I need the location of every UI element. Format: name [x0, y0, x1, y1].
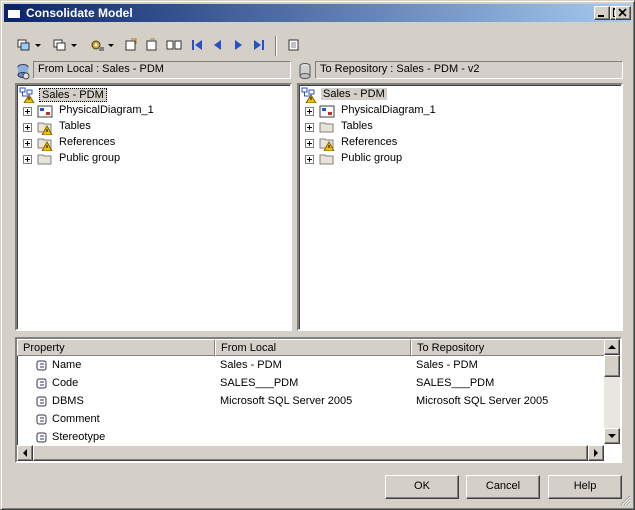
compare-icon[interactable]	[165, 37, 183, 53]
folder-icon	[37, 151, 53, 167]
expand-icon[interactable]	[23, 123, 32, 132]
tree-node-label: Public group	[341, 152, 403, 164]
from-local-cell: SALES___PDM	[220, 377, 299, 389]
resize-grip-icon[interactable]	[619, 494, 631, 506]
folder-warning-icon	[37, 119, 53, 136]
column-header-from-local[interactable]: From Local	[215, 339, 411, 356]
tree-node-label: PhysicalDiagram_1	[341, 104, 436, 116]
close-button[interactable]	[615, 6, 631, 20]
column-header-to-repository[interactable]: To Repository	[411, 339, 606, 356]
from-local-cell: Microsoft SQL Server 2005	[220, 395, 353, 407]
next-difference-icon[interactable]	[229, 37, 247, 53]
select-dropdown-icon[interactable]	[34, 37, 42, 53]
left-panel-title: From Local : Sales - PDM	[33, 61, 291, 79]
horizontal-scroll-thumb[interactable]	[33, 445, 588, 461]
expand-icon[interactable]	[23, 139, 32, 148]
last-difference-icon[interactable]	[249, 37, 267, 53]
folder-icon	[319, 151, 335, 167]
find-next-icon[interactable]	[144, 37, 162, 53]
select-all-icon[interactable]	[16, 37, 34, 53]
folder-warning-icon	[37, 135, 53, 152]
first-difference-icon[interactable]	[189, 37, 207, 53]
vertical-scrollbar[interactable]	[604, 339, 620, 444]
tree-node-label: Public group	[59, 152, 121, 164]
tree-node-label: Tables	[341, 120, 373, 132]
title-bar[interactable]: Consolidate Model	[4, 4, 631, 22]
cancel-button[interactable]: Cancel	[466, 475, 540, 499]
options-dropdown-icon[interactable]	[107, 37, 115, 53]
model-warning-icon	[19, 87, 35, 104]
local-model-tree[interactable]: Sales - PDM PhysicalDiagram_1 Tables Ref…	[15, 83, 292, 331]
property-name-cell: Comment	[52, 413, 100, 425]
right-panel-title: To Repository : Sales - PDM - v2	[315, 61, 623, 79]
tree-node-label: References	[59, 136, 116, 148]
model-warning-icon	[301, 87, 317, 104]
to-repository-cell: SALES___PDM	[416, 377, 495, 389]
diagram-icon	[319, 103, 335, 119]
toolbar	[1, 25, 635, 59]
tree-node-label: References	[341, 136, 398, 148]
find-icon[interactable]	[123, 37, 141, 53]
folder-warning-icon	[319, 135, 335, 152]
column-header-property[interactable]: Property	[17, 339, 215, 356]
table-row[interactable]: Code SALES___PDM SALES___PDM	[17, 375, 606, 393]
help-button[interactable]: Help	[548, 475, 622, 499]
scroll-down-icon[interactable]	[604, 428, 620, 444]
table-row[interactable]: Name Sales - PDM Sales - PDM	[17, 357, 606, 375]
property-name-cell: Name	[52, 359, 82, 371]
expand-icon[interactable]	[305, 107, 314, 116]
window-icon	[7, 6, 21, 19]
from-local-cell: Sales - PDM	[220, 359, 282, 371]
to-repository-cell: Sales - PDM	[416, 359, 478, 371]
table-row[interactable]: DBMS Microsoft SQL Server 2005 Microsoft…	[17, 393, 606, 411]
right-panel-header: To Repository : Sales - PDM - v2	[297, 61, 623, 81]
left-panel-header: From Local : Sales - PDM	[15, 61, 291, 81]
tree-node-label: Tables	[59, 120, 91, 132]
expand-icon[interactable]	[23, 107, 32, 116]
horizontal-scrollbar[interactable]	[17, 445, 604, 461]
property-grid[interactable]: Property From Local To Repository Name S…	[15, 337, 622, 463]
expand-icon[interactable]	[305, 155, 314, 164]
tree-root-label: Sales - PDM	[39, 88, 107, 102]
property-name-cell: Code	[52, 377, 79, 389]
tree-node-label: PhysicalDiagram_1	[59, 104, 154, 116]
property-name-cell: Stereotype	[52, 431, 106, 443]
vertical-scroll-thumb[interactable]	[604, 355, 620, 377]
ok-button[interactable]: OK	[385, 475, 459, 499]
previous-difference-icon[interactable]	[209, 37, 227, 53]
property-icon	[35, 395, 49, 409]
expand-icon[interactable]	[305, 139, 314, 148]
diagram-icon	[37, 103, 53, 119]
merge-icon[interactable]	[52, 37, 70, 53]
property-icon	[35, 431, 49, 445]
column-header-label: From Local	[221, 342, 277, 354]
table-row[interactable]: Comment	[17, 411, 606, 429]
repository-database-icon	[297, 62, 313, 80]
minimize-button[interactable]	[594, 6, 610, 20]
property-icon	[35, 413, 49, 427]
expand-icon[interactable]	[23, 155, 32, 164]
toolbar-separator	[275, 36, 277, 56]
property-icon	[35, 377, 49, 391]
merge-dropdown-icon[interactable]	[70, 37, 78, 53]
folder-icon	[319, 119, 335, 135]
property-name-cell: DBMS	[52, 395, 84, 407]
tree-root-label: Sales - PDM	[321, 88, 387, 100]
scroll-left-icon[interactable]	[17, 445, 33, 461]
scroll-right-icon[interactable]	[588, 445, 604, 461]
consolidate-model-window: Consolidate Model From Local: Sales - P…	[0, 0, 635, 510]
column-header-label: To Repository	[417, 342, 485, 354]
local-database-icon	[15, 62, 31, 80]
window-title: Consolidate Model	[26, 6, 133, 20]
options-icon[interactable]	[88, 37, 106, 53]
scroll-up-icon[interactable]	[604, 339, 620, 355]
expand-icon[interactable]	[305, 123, 314, 132]
property-icon	[35, 359, 49, 373]
report-icon[interactable]	[285, 37, 303, 53]
column-header-label: Property	[23, 342, 65, 354]
repository-model-tree[interactable]: Sales - PDM PhysicalDiagram_1 Tables Ref…	[297, 83, 623, 331]
to-repository-cell: Microsoft SQL Server 2005	[416, 395, 549, 407]
